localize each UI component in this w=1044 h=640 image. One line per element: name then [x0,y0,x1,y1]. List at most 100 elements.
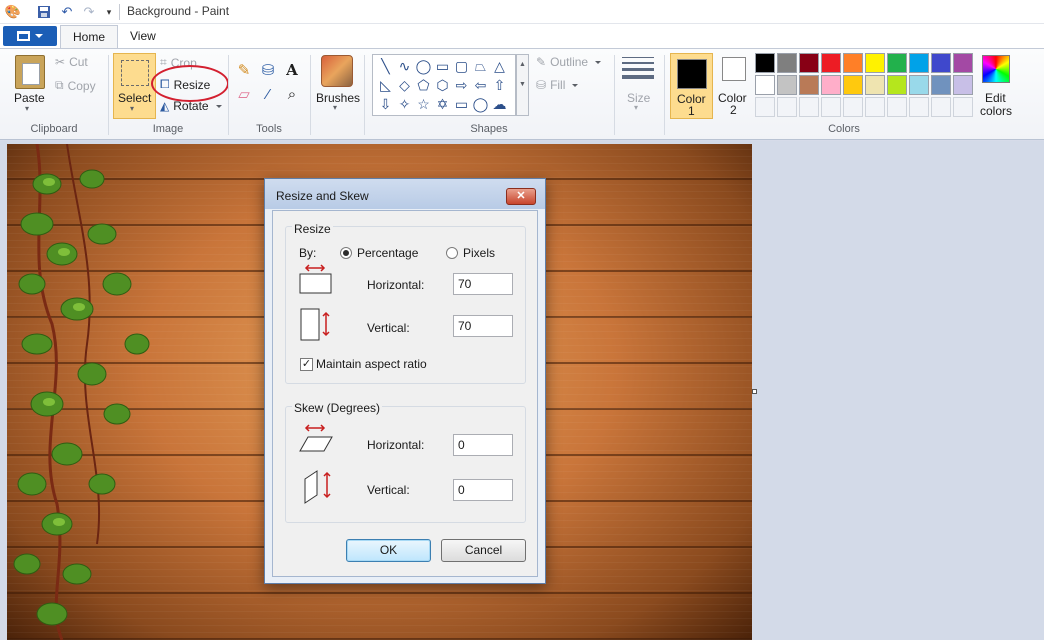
paste-dropdown-icon[interactable]: ▾ [25,104,29,113]
palette-swatch[interactable] [755,53,775,73]
edit-colors-label-2[interactable]: colors [980,104,1012,118]
custom-color-slot[interactable] [755,97,775,117]
palette-swatch[interactable] [799,53,819,73]
skew-vertical-input[interactable]: 0 [453,479,513,501]
save-icon[interactable] [35,3,53,21]
right-arrow-shape-icon[interactable]: ⇨ [452,76,471,95]
palette-swatch[interactable] [953,53,973,73]
customize-dropdown-icon[interactable]: ▾ [100,3,118,21]
fill-icon[interactable]: ⛁ [257,59,279,81]
diamond-shape-icon[interactable]: ◇ [395,76,414,95]
pentagon-shape-icon[interactable]: ⬠ [414,76,433,95]
cloud-callout-shape-icon[interactable]: ☁ [490,95,509,114]
custom-color-slot[interactable] [799,97,819,117]
text-icon[interactable]: A [281,59,303,81]
oval-shape-icon[interactable]: ◯ [414,57,433,76]
palette-swatch[interactable] [755,75,775,95]
tab-home[interactable]: Home [60,25,119,48]
palette-swatch[interactable] [887,75,907,95]
brush-icon[interactable] [321,55,353,87]
resize-horizontal-input[interactable]: 70 [453,273,513,295]
paste-button[interactable]: Paste [14,91,45,105]
eraser-icon[interactable]: ▱ [233,83,255,105]
polygon-shape-icon[interactable]: ⏢ [471,57,490,76]
custom-color-slot[interactable] [909,97,929,117]
custom-color-slot[interactable] [953,97,973,117]
rectangle-shape-icon[interactable]: ▭ [433,57,452,76]
palette-swatch[interactable] [821,53,841,73]
line-shape-icon[interactable]: ╲ [376,57,395,76]
ok-button[interactable]: OK [346,539,431,562]
brushes-button[interactable]: Brushes [316,91,360,105]
size-icon[interactable] [622,57,654,85]
six-point-star-shape-icon[interactable]: ✡ [433,95,452,114]
custom-color-slot[interactable] [931,97,951,117]
palette-swatch[interactable] [887,53,907,73]
pixels-radio[interactable] [446,247,458,259]
cancel-button[interactable]: Cancel [441,539,526,562]
brushes-dropdown-icon[interactable]: ▾ [333,103,337,112]
percentage-label[interactable]: Percentage [357,246,418,260]
dialog-title-bar[interactable]: Resize and Skew ✕ [265,179,545,209]
magnifier-icon[interactable]: ⌕ [281,83,303,105]
palette-swatch[interactable] [953,75,973,95]
custom-color-slot[interactable] [843,97,863,117]
size-dropdown-icon[interactable]: ▾ [634,103,638,112]
fill-button[interactable]: ⛁ Fill [536,78,579,92]
palette-swatch[interactable] [843,53,863,73]
canvas-resize-handle[interactable] [752,389,757,394]
palette-swatch[interactable] [865,53,885,73]
four-point-star-shape-icon[interactable]: ✧ [395,95,414,114]
redo-icon[interactable]: ↷ [80,3,98,21]
color-picker-icon[interactable]: ⁄ [257,83,279,105]
close-button[interactable]: ✕ [506,188,536,205]
shapes-scroll[interactable]: ▲ ▼ [516,54,529,116]
custom-color-slot[interactable] [865,97,885,117]
resize-vertical-input[interactable]: 70 [453,315,513,337]
pencil-icon[interactable]: ✎ [233,59,255,81]
copy-button[interactable]: ⧉ Copy [55,78,96,93]
palette-swatch[interactable] [821,75,841,95]
size-button[interactable]: Size [627,91,650,105]
tab-view[interactable]: View [118,25,168,48]
color1-button[interactable]: Color 1 [670,53,713,119]
skew-horizontal-input[interactable]: 0 [453,434,513,456]
percentage-radio[interactable] [340,247,352,259]
callout-rect-shape-icon[interactable]: ▭ [452,95,471,114]
select-button[interactable]: Select ▾ [113,53,156,119]
edit-colors-label-1[interactable]: Edit [985,91,1006,105]
palette-swatch[interactable] [777,75,797,95]
five-point-star-shape-icon[interactable]: ☆ [414,95,433,114]
rounded-rectangle-shape-icon[interactable]: ▢ [452,57,471,76]
down-arrow-shape-icon[interactable]: ⇩ [376,95,395,114]
pixels-label[interactable]: Pixels [463,246,495,260]
maintain-aspect-label[interactable]: Maintain aspect ratio [316,357,427,371]
outline-button[interactable]: ✎ Outline [536,55,602,69]
paste-icon[interactable] [15,55,45,89]
color2-swatch[interactable] [722,57,746,81]
undo-icon[interactable]: ↶ [58,3,76,21]
palette-swatch[interactable] [909,53,929,73]
maintain-aspect-checkbox[interactable]: ✓ [300,358,313,371]
palette-swatch[interactable] [909,75,929,95]
curve-shape-icon[interactable]: ∿ [395,57,414,76]
file-menu-button[interactable] [3,26,57,46]
palette-swatch[interactable] [799,75,819,95]
right-triangle-shape-icon[interactable]: ◺ [376,76,395,95]
cut-button[interactable]: ✂ Cut [55,55,88,69]
paint-app-icon[interactable]: 🎨 [4,3,22,21]
left-arrow-shape-icon[interactable]: ⇦ [471,76,490,95]
custom-color-slot[interactable] [821,97,841,117]
palette-swatch[interactable] [931,53,951,73]
palette-swatch[interactable] [931,75,951,95]
custom-color-slot[interactable] [777,97,797,117]
palette-swatch[interactable] [777,53,797,73]
callout-oval-shape-icon[interactable]: ◯ [471,95,490,114]
triangle-shape-icon[interactable]: △ [490,57,509,76]
up-arrow-shape-icon[interactable]: ⇧ [490,76,509,95]
custom-color-slot[interactable] [887,97,907,117]
hexagon-shape-icon[interactable]: ⬡ [433,76,452,95]
palette-swatch[interactable] [865,75,885,95]
color-wheel-icon[interactable] [982,55,1010,83]
palette-swatch[interactable] [843,75,863,95]
